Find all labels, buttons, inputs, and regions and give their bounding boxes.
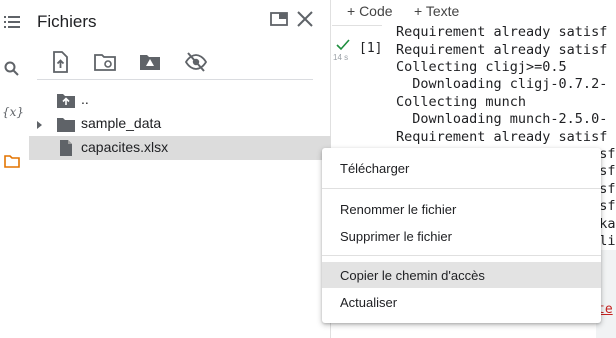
add-code-button[interactable]: + Code	[347, 3, 393, 19]
context-menu: Télécharger Renommer le fichier Supprime…	[322, 148, 601, 323]
toolbar-divider	[37, 79, 313, 80]
files-panel: Fichiers .. sample_data capacites.xlsx	[26, 0, 331, 338]
check-icon	[336, 38, 350, 51]
menu-item-label: Télécharger	[340, 161, 410, 176]
menu-separator	[322, 188, 601, 189]
file-row-parent[interactable]: ..	[26, 88, 331, 112]
menu-item-label: Supprimer le fichier	[340, 229, 452, 244]
left-rail: {x}	[0, 0, 26, 338]
menu-separator	[322, 255, 601, 256]
output-line: Collecting cligj>=0.5	[396, 59, 567, 75]
file-row-capacites[interactable]: capacites.xlsx	[29, 136, 331, 160]
variables-icon[interactable]: {x}	[2, 105, 24, 123]
menu-item-download[interactable]: Télécharger	[322, 155, 601, 181]
file-icon	[56, 139, 76, 157]
menu-item-label: Copier le chemin d'accès	[340, 268, 485, 283]
menu-item-rename[interactable]: Renommer le fichier	[322, 196, 601, 222]
execution-count: [1]	[359, 41, 383, 56]
file-label: capacites.xlsx	[81, 139, 169, 155]
file-label: sample_data	[81, 115, 162, 131]
search-icon[interactable]	[3, 60, 21, 78]
hide-files-icon[interactable]	[184, 50, 208, 74]
expand-caret-icon[interactable]	[34, 118, 46, 130]
output-line: Requirement already satisf	[396, 129, 608, 145]
menu-item-label: Renommer le fichier	[340, 202, 457, 217]
output-line: Downloading munch-2.5.0-	[396, 111, 608, 127]
folder-icon	[56, 115, 76, 133]
add-text-button[interactable]: + Texte	[414, 3, 459, 19]
file-row-sample-data[interactable]: sample_data	[26, 112, 331, 136]
folder-icon[interactable]	[3, 152, 21, 170]
parent-folder-icon	[56, 91, 76, 109]
output-line: Collecting munch	[396, 94, 527, 110]
close-icon[interactable]	[294, 8, 316, 30]
menu-item-delete[interactable]: Supprimer le fichier	[322, 223, 601, 249]
panel-title: Fichiers	[37, 12, 97, 31]
refresh-folder-icon[interactable]	[93, 50, 117, 74]
run-time: 14 s	[333, 53, 349, 62]
upload-file-icon[interactable]	[48, 50, 72, 74]
output-line: Requirement already satisf	[396, 24, 608, 40]
output-line: Requirement already satisf	[396, 42, 608, 58]
menu-item-label: Actualiser	[340, 295, 398, 310]
menu-item-refresh[interactable]: Actualiser	[322, 289, 601, 315]
open-in-tab-icon[interactable]	[268, 8, 290, 30]
output-line: Downloading cligj-0.7.2-	[396, 76, 608, 92]
table-of-contents-icon[interactable]	[3, 13, 21, 31]
file-label: ..	[81, 91, 89, 107]
mount-drive-icon[interactable]	[138, 50, 162, 74]
menu-item-copy-path[interactable]: Copier le chemin d'accès	[322, 262, 601, 288]
files-toolbar	[26, 44, 326, 80]
